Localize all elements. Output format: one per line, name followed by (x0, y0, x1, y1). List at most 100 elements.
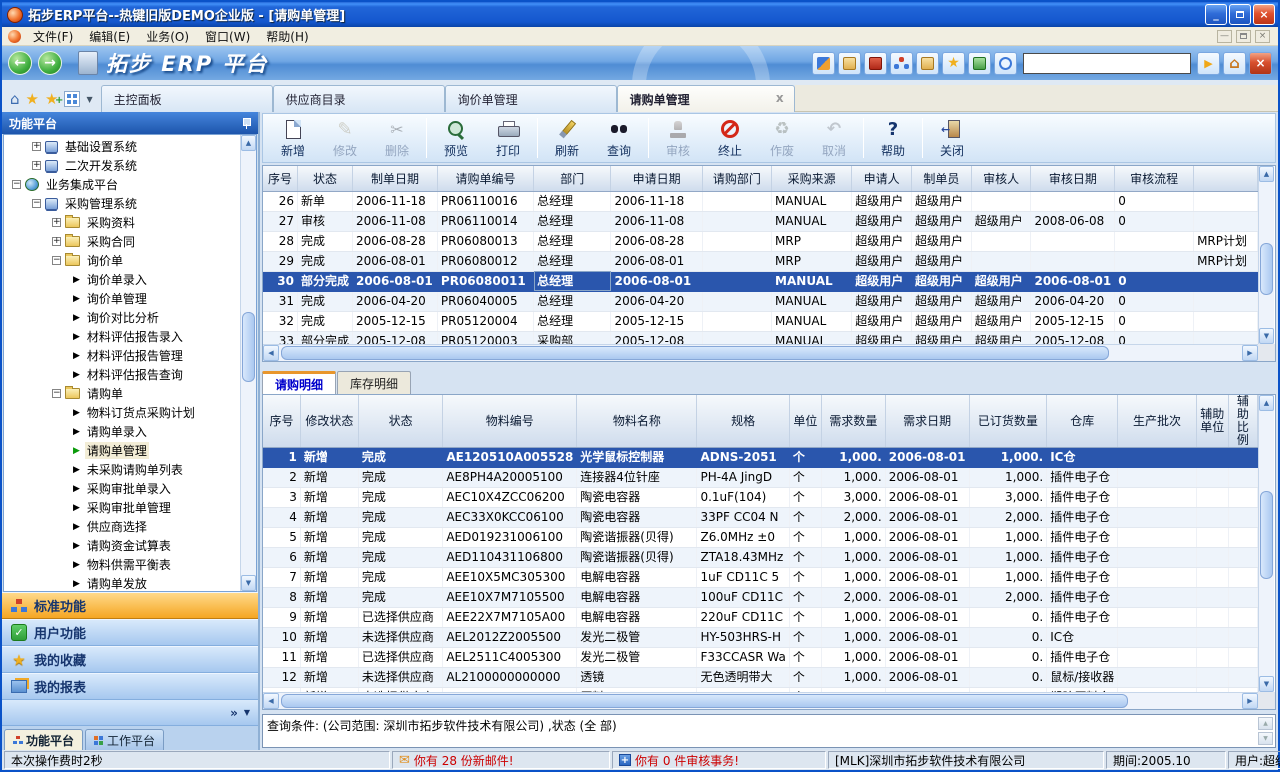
cell[interactable]: 超级用户 (852, 211, 912, 231)
tab-close-icon[interactable]: x (768, 91, 784, 112)
column-header[interactable]: 请购单编号 (437, 166, 533, 191)
cell[interactable]: 12 (263, 668, 300, 688)
cell[interactable]: MRP (772, 231, 852, 251)
table-row[interactable]: 2新增完成AE8PH4A20005100连接器4位针座PH-4A JingD个1… (263, 468, 1258, 488)
table-row[interactable]: 11新增已选择供应商AEL2511C4005300发光二极管F33CCASR W… (263, 648, 1258, 668)
status-mail[interactable]: ✉你有 28 份新邮件! (392, 751, 610, 769)
column-header[interactable]: 制单员 (911, 166, 971, 191)
cell[interactable]: 2,000. (969, 588, 1047, 608)
tree-item[interactable]: +二次开发系统 (6, 156, 238, 175)
cell[interactable]: 个 (789, 568, 821, 588)
tab-inquiry-management[interactable]: 询价单管理 (445, 85, 617, 112)
cell[interactable] (1118, 508, 1196, 528)
cell[interactable]: 光学鼠标控制器 (577, 448, 697, 468)
accordion-overflow-bar[interactable]: »▼ (2, 700, 258, 726)
cell[interactable]: 3,000. (821, 488, 885, 508)
query-button[interactable]: 查询 (593, 117, 645, 159)
cell[interactable]: 2006-08-28 (611, 231, 702, 251)
cell[interactable] (1118, 648, 1196, 668)
cell[interactable]: 超级用户 (852, 271, 912, 291)
cell[interactable] (1228, 548, 1257, 568)
cell[interactable] (971, 231, 1031, 251)
table-row[interactable]: 3新增完成AEC10X4ZCC06200陶瓷电容器0.1uF(104)个3,00… (263, 488, 1258, 508)
cell[interactable]: 新增 (300, 468, 358, 488)
cell[interactable]: 总经理 (534, 231, 611, 251)
cell[interactable]: 个 (789, 488, 821, 508)
collapse-icon[interactable]: − (52, 389, 61, 398)
tree-item[interactable]: ▶供应商选择 (6, 517, 238, 536)
cell[interactable] (1118, 628, 1196, 648)
menu-item[interactable]: 窗口(W) (197, 28, 258, 45)
cell[interactable]: 已选择供应商 (358, 648, 442, 668)
cell[interactable]: 总经理 (534, 191, 611, 211)
cell[interactable]: 部分完成 (297, 271, 352, 291)
cell[interactable]: 220uF CD11C (697, 608, 789, 628)
mdi-minimize-button[interactable]: — (1217, 30, 1232, 43)
forward-button[interactable]: → (38, 51, 62, 75)
scroll-up-icon[interactable]: ▲ (1258, 717, 1273, 730)
notebook-icon[interactable] (864, 52, 887, 75)
master-hscrollbar[interactable]: ◀ ▶ (263, 344, 1258, 361)
back-button[interactable]: ← (8, 51, 32, 75)
cell[interactable] (1228, 608, 1257, 628)
cell[interactable]: 33 (263, 331, 297, 344)
column-header[interactable]: 仓库 (1047, 395, 1118, 448)
column-header[interactable]: 修改状态 (300, 395, 358, 448)
cell[interactable]: PR05120004 (437, 311, 533, 331)
cell[interactable] (1031, 191, 1115, 211)
cell[interactable]: 新增 (300, 648, 358, 668)
cell[interactable] (702, 231, 771, 251)
cell[interactable]: 个 (789, 528, 821, 548)
cell[interactable]: 5 (263, 528, 300, 548)
cell[interactable]: 发光二极管 (577, 648, 697, 668)
cell[interactable]: 陶瓷谐振器(贝得) (577, 548, 697, 568)
cell[interactable] (971, 191, 1031, 211)
cell[interactable]: 1,000. (969, 568, 1047, 588)
tree-item[interactable]: ▶请购单管理 (6, 441, 238, 460)
cell[interactable]: 27 (263, 211, 297, 231)
cell[interactable]: 1,000. (821, 448, 885, 468)
table-row[interactable]: 28完成2006-08-28PR06080013总经理2006-08-28MRP… (263, 231, 1258, 251)
scroll-down-icon[interactable]: ▼ (1259, 328, 1274, 344)
tree-item[interactable]: ▶询价对比分析 (6, 308, 238, 327)
cell[interactable]: 10 (263, 628, 300, 648)
cell[interactable]: 超级用户 (911, 311, 971, 331)
folder-export-icon[interactable] (838, 52, 861, 75)
table-row[interactable]: 6新增完成AED110431106800陶瓷谐振器(贝得)ZTA18.43MHz… (263, 548, 1258, 568)
cell[interactable] (702, 331, 771, 344)
cell[interactable]: 电解电容器 (577, 568, 697, 588)
cell[interactable]: 电解电容器 (577, 608, 697, 628)
cell[interactable]: 30 (263, 271, 297, 291)
cell[interactable]: MANUAL (772, 191, 852, 211)
tree-item[interactable]: ▶未采购请购单列表 (6, 460, 238, 479)
layout-grid-icon[interactable] (64, 91, 80, 107)
cell[interactable]: AE120510A005528 (443, 448, 577, 468)
cell[interactable]: AEE10X5MC305300 (443, 568, 577, 588)
cell[interactable]: AE8PH4A20005100 (443, 468, 577, 488)
cell[interactable]: AED019231006100 (443, 528, 577, 548)
cell[interactable]: 2005-12-08 (352, 331, 437, 344)
contacts-icon[interactable] (968, 52, 991, 75)
cell[interactable]: 1,000. (821, 548, 885, 568)
cell[interactable]: 新增 (300, 508, 358, 528)
cell[interactable]: 插件电子仓 (1047, 608, 1118, 628)
cell[interactable]: 2008-06-08 (1031, 211, 1115, 231)
tree-item[interactable]: ▶询价单录入 (6, 270, 238, 289)
cell[interactable]: 未选择供应商 (358, 668, 442, 688)
cell[interactable]: MRP计划 (1194, 231, 1258, 251)
cell[interactable] (1194, 291, 1258, 311)
cell[interactable]: 9 (263, 608, 300, 628)
cell[interactable]: PR06110014 (437, 211, 533, 231)
cell[interactable]: 2006-08-01 (885, 548, 969, 568)
cell[interactable] (1118, 588, 1196, 608)
cell[interactable]: MRP计划 (1194, 251, 1258, 271)
cell[interactable]: 0 (1115, 331, 1194, 344)
cell[interactable] (1196, 628, 1228, 648)
cell[interactable]: 超级用户 (971, 271, 1031, 291)
cell[interactable]: 电解电容器 (577, 588, 697, 608)
cell[interactable]: 2006-08-01 (885, 468, 969, 488)
table-row[interactable]: 32完成2005-12-15PR05120004总经理2005-12-15MAN… (263, 311, 1258, 331)
column-header[interactable]: 审核日期 (1031, 166, 1115, 191)
cell[interactable]: 7 (263, 568, 300, 588)
cell[interactable]: 1,000. (969, 528, 1047, 548)
